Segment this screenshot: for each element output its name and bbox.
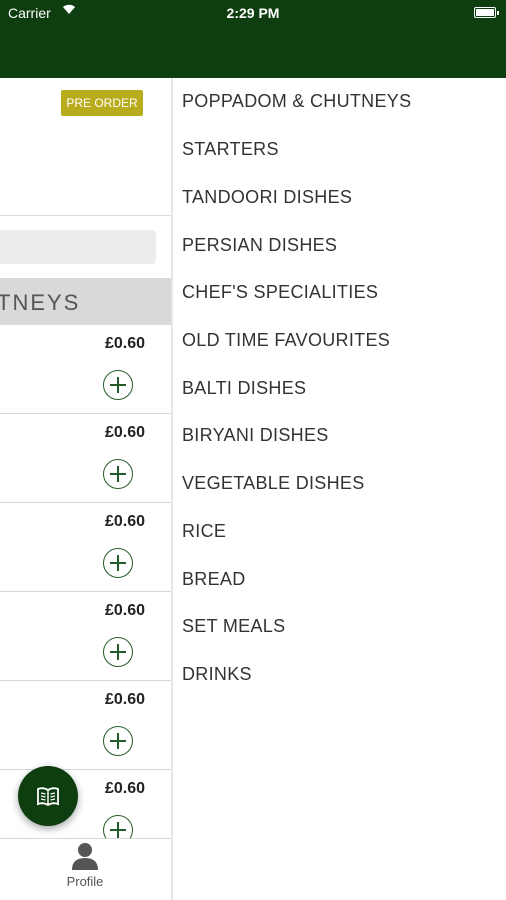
profile-icon — [72, 843, 98, 870]
nav-bar — [0, 28, 506, 78]
category-item[interactable]: BIRYANI DISHES — [182, 425, 329, 446]
tab-profile[interactable]: Profile — [55, 841, 115, 899]
category-item[interactable]: CHEF'S SPECIALITIES — [182, 282, 378, 303]
category-item[interactable]: DRINKS — [182, 664, 252, 685]
battery-icon — [474, 7, 499, 18]
item-price: £0.60 — [104, 513, 145, 530]
item-price: £0.60 — [104, 335, 145, 352]
add-item-icon[interactable] — [103, 726, 133, 756]
menu-book-icon — [37, 787, 59, 807]
menu-item: £0.60 — [0, 325, 171, 414]
search-input[interactable] — [0, 230, 156, 264]
menu-item: £0.60 — [0, 503, 171, 592]
add-item-icon[interactable] — [103, 637, 133, 667]
menu-item: £0.60 — [0, 592, 171, 681]
category-item[interactable]: TANDOORI DISHES — [182, 187, 352, 208]
category-list: POPPADOM & CHUTNEYS STARTERS TANDOORI DI… — [173, 78, 506, 900]
item-price: £0.60 — [104, 424, 145, 441]
category-item[interactable]: BREAD — [182, 569, 246, 590]
menu-book-button[interactable] — [18, 766, 78, 826]
category-header: TNEYS — [0, 278, 171, 325]
add-item-icon[interactable] — [103, 370, 133, 400]
menu-panel: PRE ORDER TNEYS £0.60 £0.60 £0.60 £0.60 … — [0, 78, 171, 900]
clock: 2:29 PM — [226, 5, 280, 21]
item-price: £0.60 — [104, 691, 145, 708]
tab-profile-label: Profile — [66, 874, 104, 889]
tab-bar: Profile — [0, 838, 171, 900]
category-item[interactable]: POPPADOM & CHUTNEYS — [182, 91, 411, 112]
item-price: £0.60 — [104, 602, 145, 619]
category-header-label: TNEYS — [0, 290, 81, 315]
preorder-badge[interactable]: PRE ORDER — [61, 90, 143, 116]
category-item[interactable]: OLD TIME FAVOURITES — [182, 330, 390, 351]
menu-item: £0.60 — [0, 681, 171, 770]
divider — [0, 215, 171, 216]
item-price: £0.60 — [104, 780, 145, 797]
category-item[interactable]: SET MEALS — [182, 616, 285, 637]
category-item[interactable]: RICE — [182, 521, 226, 542]
category-item[interactable]: VEGETABLE DISHES — [182, 473, 365, 494]
add-item-icon[interactable] — [103, 459, 133, 489]
category-item[interactable]: PERSIAN DISHES — [182, 235, 337, 256]
category-item[interactable]: STARTERS — [182, 139, 279, 160]
add-item-icon[interactable] — [103, 548, 133, 578]
menu-item: £0.60 — [0, 414, 171, 503]
category-item[interactable]: BALTI DISHES — [182, 378, 306, 399]
status-bar: Carrier 2:29 PM — [0, 0, 506, 28]
